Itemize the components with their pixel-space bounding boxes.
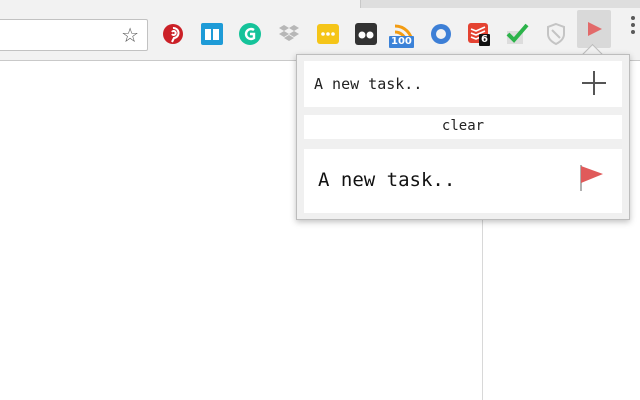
active-tab[interactable]	[0, 0, 361, 8]
address-bar[interactable]: ☆	[0, 19, 148, 51]
rss-feed-icon[interactable]: 100	[389, 22, 416, 48]
reading-list-icon[interactable]	[200, 22, 224, 46]
todoist-icon[interactable]: 6	[467, 22, 491, 46]
tab-organizer-icon[interactable]	[354, 22, 378, 46]
pinterest-icon[interactable]	[161, 22, 185, 46]
new-task-input[interactable]: A new task..	[314, 75, 422, 93]
flag-extension-icon	[588, 22, 602, 36]
task-item: A new task..	[304, 149, 622, 213]
grammarly-icon[interactable]	[238, 22, 262, 46]
lastpass-icon[interactable]	[316, 22, 340, 46]
task-flag-icon[interactable]	[577, 163, 605, 193]
flag-extension-button[interactable]	[577, 10, 611, 48]
checkmark-icon[interactable]	[505, 22, 529, 46]
todoist-badge: 6	[479, 34, 490, 46]
new-task-row: A new task..	[304, 61, 622, 107]
tab-strip	[0, 0, 640, 8]
shield-icon[interactable]	[544, 22, 568, 46]
rss-badge: 100	[389, 36, 414, 48]
task-popup: A new task.. clear A new task..	[296, 54, 630, 220]
task-label: A new task..	[318, 169, 456, 191]
bookmark-star-icon[interactable]: ☆	[121, 24, 139, 46]
clear-button[interactable]: clear	[304, 115, 622, 139]
chrome-menu-icon[interactable]	[630, 16, 636, 37]
circle-extension-icon[interactable]	[429, 22, 453, 46]
dropbox-icon[interactable]	[277, 22, 301, 46]
clear-label: clear	[441, 118, 485, 134]
add-task-icon[interactable]	[580, 69, 608, 97]
